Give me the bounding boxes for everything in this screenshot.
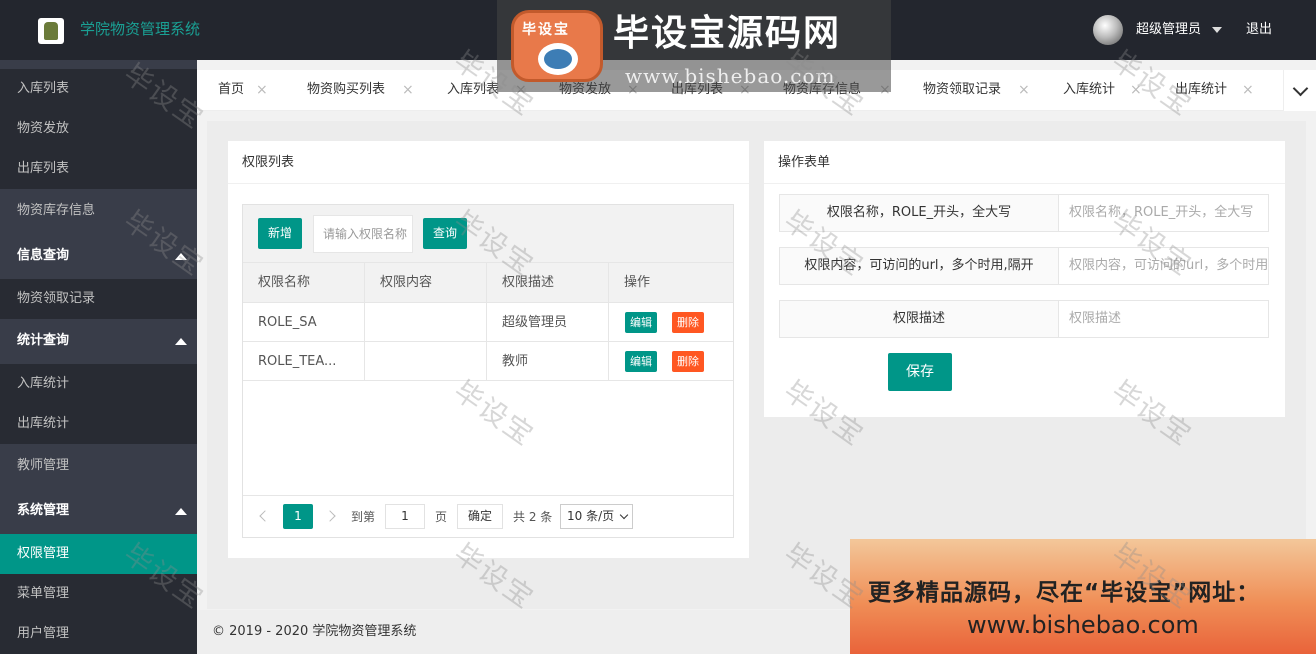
cell-actions: 编辑 删除 [609,342,733,381]
column-header: 权限描述 [487,263,609,303]
watermark-title: 毕设宝源码网 [613,13,842,54]
watermark-logo-text: 毕设宝 [522,22,570,38]
caret-up-icon [175,253,187,260]
column-header: 权限名称 [243,263,365,303]
column-header: 操作 [624,275,651,290]
save-button[interactable]: 保存 [888,353,952,391]
watermark-banner: 毕设宝 毕设宝源码网 www.bishebao.com [497,0,891,92]
table-row: ROLE_TEA... 教师 编辑 删除 [243,342,733,381]
sidebar-item-inventory-info[interactable]: 物资库存信息 [0,191,197,231]
sidebar-item-teacher-management[interactable]: 教师管理 [0,446,197,486]
form-row-permission-content: 权限内容，可访问的url，多个时用,隔开 权限内容，可访问的url，多个时用,隔… [779,247,1269,285]
logout-link[interactable]: 退出 [1246,20,1272,40]
page-number-current[interactable]: 1 [283,504,313,529]
sidebar-group-system-management[interactable]: 系统管理 [0,491,197,531]
cell-permission-description: 超级管理员 [487,303,609,342]
pagination: 1 到第 1 页 确定 共 2 条 10 条/页 [243,495,733,537]
cell-permission-name: ROLE_TEA... [243,342,365,381]
permission-content-input[interactable]: 权限内容，可访问的url，多个时用,隔开 [1060,248,1268,284]
cell-permission-description: 教师 [487,342,609,381]
goto-label: 到第 [351,510,376,524]
delete-button[interactable]: 删除 [672,351,704,372]
app-title: 学院物资管理系统 [80,20,201,38]
permission-table-panel: 新增 请输入权限名称 查询 权限名称 权限内容 权限描述 操作 ROLE_SA … [242,204,734,538]
goto-confirm-button[interactable]: 确定 [457,504,503,529]
sidebar-group-label: 系统管理 [17,503,70,518]
page-size-value: 10 条/页 [567,509,615,523]
caret-down-icon[interactable] [1212,27,1222,33]
tab-home[interactable]: 首页 [218,70,244,110]
permission-name-input[interactable]: 权限名称，ROLE_开头，全大写 [1060,195,1268,231]
tab-outbound-stats[interactable]: 出库统计 [1175,70,1227,110]
close-icon[interactable]: × [1018,70,1030,110]
promo-banner: 更多精品源码，尽在“毕设宝”网址： www.bishebao.com [850,539,1316,654]
sidebar-item-outbound-list[interactable]: 出库列表 [0,149,197,189]
close-icon[interactable]: × [256,70,268,110]
promo-text: 更多精品源码，尽在“毕设宝”网址： [868,580,1261,606]
cell-permission-name: ROLE_SA [243,303,365,342]
caret-up-icon [175,338,187,345]
sidebar-group-info-query[interactable]: 信息查询 [0,236,197,276]
total-count: 共 2 条 [513,510,553,524]
sidebar-item-collection-records[interactable]: 物资领取记录 [0,279,197,319]
close-icon[interactable]: × [1242,70,1254,110]
watermark-eye-icon [538,43,578,75]
user-avatar[interactable] [1093,15,1123,45]
cell-permission-content [365,303,487,342]
sidebar-group-label: 信息查询 [17,248,70,263]
delete-button[interactable]: 删除 [672,312,704,333]
sidebar-group-label: 统计查询 [17,333,70,348]
close-icon[interactable]: × [402,70,414,110]
copyright-text: © 2019 - 2020 学院物资管理系统 [212,624,417,639]
tab-collection-records[interactable]: 物资领取记录 [923,70,1001,110]
search-input[interactable]: 请输入权限名称 [313,215,413,253]
edit-button[interactable]: 编辑 [625,351,657,372]
sidebar-nav: 入库列表 物资发放 出库列表 物资库存信息 信息查询 物资领取记录 统计查询 入… [0,60,197,654]
tab-purchase-list[interactable]: 物资购买列表 [307,70,385,110]
sidebar-group-statistics[interactable]: 统计查询 [0,321,197,361]
chevron-down-icon [1292,80,1309,97]
query-button[interactable]: 查询 [423,218,467,249]
add-button[interactable]: 新增 [258,218,302,249]
card-title: 权限列表 [228,141,749,184]
sidebar-item-inbound-stats[interactable]: 入库统计 [0,364,197,404]
tab-inbound-list[interactable]: 入库列表 [447,70,499,110]
close-icon[interactable]: × [1130,70,1142,110]
chevron-down-icon [619,510,629,520]
field-label: 权限描述 [780,301,1059,337]
page-size-select[interactable]: 10 条/页 [560,504,633,529]
app-logo-icon [38,18,64,44]
column-header: 权限内容 [365,263,487,303]
watermark-logo-icon: 毕设宝 [511,10,603,82]
sidebar-item-inbound-list[interactable]: 入库列表 [0,69,197,109]
chevron-right-icon[interactable] [324,510,336,522]
user-menu-button[interactable]: 超级管理员 [1136,20,1201,40]
goto-page-input[interactable]: 1 [385,504,425,529]
watermark-url: www.bishebao.com [625,64,836,88]
cell-permission-content [365,342,487,381]
sidebar-item-material-distribution[interactable]: 物资发放 [0,109,197,149]
tab-bar-edge [1311,70,1316,111]
field-label: 权限内容，可访问的url，多个时用,隔开 [780,248,1059,284]
edit-button[interactable]: 编辑 [625,312,657,333]
permission-description-input[interactable]: 权限描述 [1060,301,1268,337]
table-header: 权限名称 权限内容 权限描述 操作 [243,263,733,303]
form-row-permission-description: 权限描述 权限描述 [779,300,1269,338]
page-label: 页 [435,510,448,524]
sidebar-item-permission-management[interactable]: 权限管理 [0,534,197,574]
field-label: 权限名称，ROLE_开头，全大写 [780,195,1059,231]
tab-inbound-stats[interactable]: 入库统计 [1063,70,1115,110]
table-row: ROLE_SA 超级管理员 编辑 删除 [243,303,733,342]
caret-up-icon [175,508,187,515]
card-title: 操作表单 [764,141,1285,184]
chevron-left-icon[interactable] [259,510,271,522]
sidebar-item-user-management[interactable]: 用户管理 [0,614,197,654]
form-row-permission-name: 权限名称，ROLE_开头，全大写 权限名称，ROLE_开头，全大写 [779,194,1269,232]
table-toolbar: 新增 请输入权限名称 查询 [243,205,733,263]
sidebar-item-outbound-stats[interactable]: 出库统计 [0,404,197,444]
cell-actions: 编辑 删除 [609,303,733,342]
promo-url: www.bishebao.com [967,611,1199,639]
sidebar-item-menu-management[interactable]: 菜单管理 [0,574,197,614]
